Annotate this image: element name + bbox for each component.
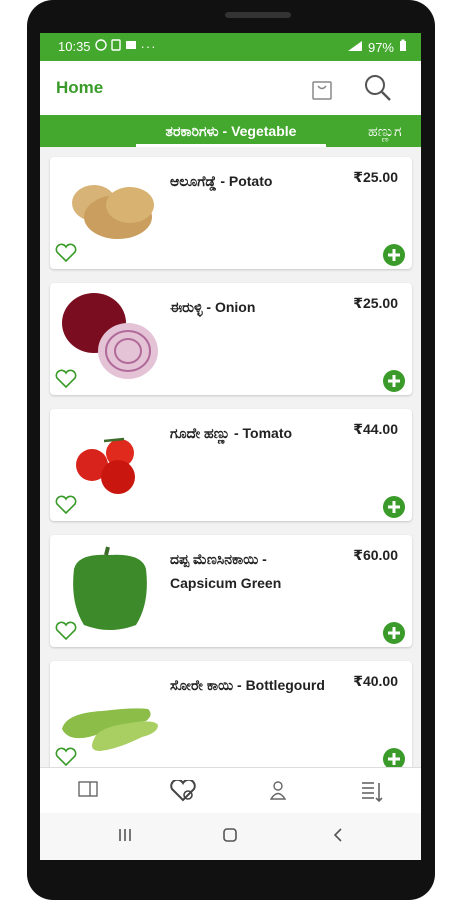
product-card[interactable]: ಗೂದೇ ಹಣ್ಣು - Tomato ₹44.00 (50, 409, 412, 521)
whatsapp-icon (94, 39, 107, 54)
product-name: ದಪ್ಪ ಮೆಣಸಿನಕಾಯಿ - Capsicum Green (170, 551, 282, 591)
product-price: ₹25.00 (353, 169, 398, 185)
cart-icon[interactable] (312, 78, 332, 105)
add-to-cart-button[interactable] (382, 243, 406, 272)
add-to-cart-button[interactable] (382, 495, 406, 524)
heart-icon[interactable] (55, 369, 77, 394)
product-list: ಆಲೂಗೆಡ್ಡೆ - Potato ₹25.00 ಈರುಳ್ಳಿ - Onio… (40, 147, 421, 767)
heart-icon[interactable] (55, 747, 77, 767)
product-name: ಆಲೂಗೆಡ್ಡೆ - Potato (170, 173, 273, 189)
signal-icon (347, 40, 363, 55)
capsicum-image (58, 545, 162, 631)
media-icon (125, 39, 137, 54)
app-bar: Home (40, 61, 421, 115)
screen: 10:35 ··· 97% Home ತರಕಾರಿಗಳು - Vegetable… (40, 33, 421, 860)
orders-icon[interactable] (360, 780, 384, 809)
product-card[interactable]: ದಪ್ಪ ಮೆಣಸಿನಕಾಯಿ - Capsicum Green ₹60.00 (50, 535, 412, 647)
add-to-cart-button[interactable] (382, 621, 406, 650)
sim-icon (110, 39, 121, 54)
profile-icon[interactable] (269, 780, 287, 805)
heart-icon[interactable] (55, 243, 77, 268)
add-to-cart-button[interactable] (382, 747, 406, 767)
product-name: ಈರುಳ್ಳಿ - Onion (170, 299, 256, 315)
onion-image (58, 293, 162, 379)
back-icon[interactable] (330, 827, 346, 848)
product-card[interactable]: ಸೋರೇ ಕಾಯಿ - Bottlegourd ₹40.00 (50, 661, 412, 767)
tomato-image (58, 419, 162, 505)
search-icon[interactable] (364, 74, 392, 107)
product-price: ₹25.00 (353, 295, 398, 311)
product-price: ₹40.00 (353, 673, 398, 689)
status-bar: 10:35 ··· 97% (40, 33, 421, 61)
product-name: ಸೋರೇ ಕಾಯಿ - Bottlegourd (170, 677, 325, 693)
recent-apps-icon[interactable] (117, 827, 133, 848)
battery-icon (399, 39, 407, 55)
page-title: Home (56, 78, 104, 97)
category-tabs: ತರಕಾರಿಗಳು - Vegetable ಹಣ್ಣುಗ (40, 115, 421, 147)
tab-vegetable[interactable]: ತರಕಾರಿಗಳು - Vegetable (136, 115, 326, 147)
speaker (225, 12, 291, 18)
heart-icon[interactable] (55, 621, 77, 646)
wishlist-icon[interactable] (170, 778, 196, 807)
product-card[interactable]: ಈರುಳ್ಳಿ - Onion ₹25.00 (50, 283, 412, 395)
potato-image (58, 167, 162, 253)
status-time: 10:35 (58, 39, 91, 54)
system-navigation-bar (40, 813, 421, 860)
home-icon[interactable] (222, 827, 238, 848)
product-price: ₹44.00 (353, 421, 398, 437)
product-card[interactable]: ಆಲೂಗೆಡ್ಡೆ - Potato ₹25.00 (50, 157, 412, 269)
more-icon: ··· (140, 39, 157, 54)
product-name: ಗೂದೇ ಹಣ್ಣು - Tomato (170, 425, 293, 441)
heart-icon[interactable] (55, 495, 77, 520)
battery-percent: 97% (367, 39, 394, 55)
add-to-cart-button[interactable] (382, 369, 406, 398)
bottlegourd-image (58, 671, 162, 757)
product-price: ₹60.00 (353, 547, 398, 563)
bottom-navigation (40, 767, 421, 814)
tab-fruits[interactable]: ಹಣ್ಣುಗ (368, 115, 402, 147)
catalog-icon[interactable] (78, 780, 98, 803)
